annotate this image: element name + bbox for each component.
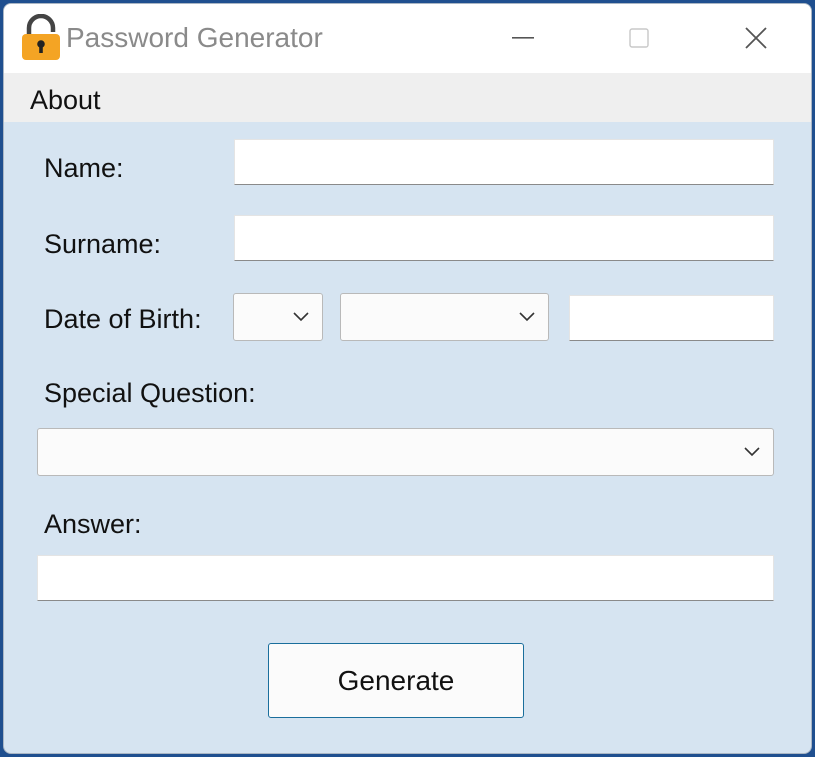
dob-year-input[interactable] (569, 295, 774, 341)
generate-button[interactable]: Generate (268, 643, 524, 718)
name-input[interactable] (234, 139, 774, 185)
name-label: Name: (44, 153, 124, 183)
generate-button-label: Generate (337, 664, 455, 696)
dob-day-select[interactable] (233, 293, 323, 341)
close-icon (745, 27, 767, 49)
surname-input[interactable] (234, 215, 774, 261)
chevron-down-icon (519, 312, 535, 322)
answer-label: Answer: (44, 509, 142, 539)
dob-month-select[interactable] (340, 293, 549, 341)
minimize-button[interactable] (500, 18, 546, 58)
menu-bar: About (4, 73, 811, 122)
maximize-button[interactable] (616, 18, 662, 58)
padlock-icon (19, 13, 63, 62)
chevron-down-icon (744, 447, 760, 457)
window-title: Password Generator (66, 22, 323, 53)
password-generator-window: Password Generator About Name: Surname: … (3, 3, 812, 754)
menu-item-about[interactable]: About (30, 85, 101, 116)
special-question-label: Special Question: (44, 378, 256, 408)
maximize-icon (629, 28, 649, 48)
title-bar[interactable]: Password Generator (4, 4, 811, 73)
date-of-birth-label: Date of Birth: (44, 304, 202, 334)
surname-label: Surname: (44, 229, 162, 259)
chevron-down-icon (293, 312, 309, 322)
close-button[interactable] (733, 18, 779, 58)
special-question-select[interactable] (37, 428, 774, 476)
minimize-icon (512, 37, 534, 39)
answer-input[interactable] (37, 555, 774, 601)
